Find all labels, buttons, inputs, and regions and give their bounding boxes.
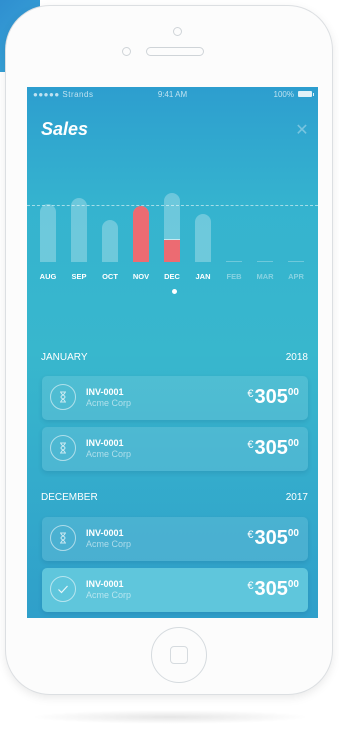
chart-month-label[interactable]: NOV bbox=[126, 272, 156, 281]
invoice-customer: Acme Corp bbox=[86, 398, 132, 408]
amount-cents: 00 bbox=[287, 528, 299, 539]
section-year: 2017 bbox=[285, 492, 308, 503]
invoice-card[interactable]: INV-0001 Acme Corp €30500 bbox=[42, 376, 308, 420]
battery-label: 100% bbox=[273, 90, 294, 99]
app-screen: ●●●●● Strands 9:41 AM 100% Sales ✕ AUG SE… bbox=[27, 87, 318, 618]
amount-cents: 00 bbox=[287, 579, 299, 590]
invoice-customer: Acme Corp bbox=[86, 590, 132, 600]
home-button[interactable] bbox=[151, 627, 207, 683]
chart-bar-divider bbox=[164, 238, 180, 240]
sensor-icon bbox=[122, 47, 131, 56]
chart-month-label[interactable]: OCT bbox=[95, 272, 125, 281]
invoice-amount: €30500 bbox=[247, 386, 299, 409]
section-year: 2018 bbox=[285, 352, 308, 363]
hourglass-icon bbox=[50, 435, 76, 461]
amount-whole: 305 bbox=[254, 437, 288, 459]
battery-icon bbox=[298, 91, 314, 97]
invoice-id: INV-0001 bbox=[86, 387, 124, 397]
chart-bar-aug[interactable] bbox=[40, 203, 56, 262]
invoice-card-selected[interactable]: INV-0001 Acme Corp €30500 bbox=[42, 568, 308, 612]
chart-month-label[interactable]: FEB bbox=[219, 272, 249, 281]
home-square-icon bbox=[170, 646, 188, 664]
invoice-id: INV-0001 bbox=[86, 528, 124, 538]
chart-bar-jan[interactable] bbox=[195, 214, 211, 262]
invoice-id: INV-0001 bbox=[86, 579, 124, 589]
chart-bar-mar bbox=[257, 261, 273, 262]
checkmark-icon bbox=[50, 576, 76, 602]
invoice-amount: €30500 bbox=[247, 578, 299, 601]
hourglass-icon bbox=[50, 384, 76, 410]
section-month: JANUARY bbox=[41, 352, 88, 363]
chart-bar-sep[interactable] bbox=[71, 198, 87, 262]
invoice-amount: €30500 bbox=[247, 437, 299, 460]
chart-month-label[interactable]: SEP bbox=[64, 272, 94, 281]
amount-cents: 00 bbox=[287, 387, 299, 398]
invoice-customer: Acme Corp bbox=[86, 539, 132, 549]
chart-month-label[interactable]: APR bbox=[281, 272, 311, 281]
currency-symbol: € bbox=[247, 580, 254, 592]
speaker-icon bbox=[146, 47, 204, 56]
section-month: DECEMBER bbox=[41, 492, 98, 503]
invoice-customer: Acme Corp bbox=[86, 449, 132, 459]
invoice-amount: €30500 bbox=[247, 527, 299, 550]
section-header-december: DECEMBER 2017 bbox=[41, 492, 308, 503]
currency-symbol: € bbox=[247, 388, 254, 400]
page-title: Sales bbox=[41, 119, 89, 139]
chart-bar-nov[interactable] bbox=[133, 206, 149, 262]
section-header-january: JANUARY 2018 bbox=[41, 352, 308, 363]
chart-month-label[interactable]: MAR bbox=[250, 272, 280, 281]
chart-bar-highlight bbox=[164, 239, 180, 262]
page-indicator-dot[interactable] bbox=[172, 289, 177, 294]
chart-bar-feb bbox=[226, 261, 242, 262]
amount-cents: 00 bbox=[287, 438, 299, 449]
close-icon[interactable]: ✕ bbox=[294, 123, 310, 139]
chart-bar-highlight bbox=[133, 206, 149, 262]
currency-symbol: € bbox=[247, 439, 254, 451]
chart-bar-apr bbox=[288, 261, 304, 262]
phone-shadow bbox=[30, 710, 310, 724]
chart-bar-oct[interactable] bbox=[102, 220, 118, 262]
chart-month-label[interactable]: AUG bbox=[33, 272, 63, 281]
chart-month-label[interactable]: JAN bbox=[188, 272, 218, 281]
invoice-card[interactable]: INV-0001 Acme Corp €30500 bbox=[42, 427, 308, 471]
status-bar: ●●●●● Strands 9:41 AM 100% bbox=[27, 87, 318, 103]
amount-whole: 305 bbox=[254, 527, 288, 549]
currency-symbol: € bbox=[247, 529, 254, 541]
camera-icon bbox=[173, 27, 182, 36]
amount-whole: 305 bbox=[254, 578, 288, 600]
amount-whole: 305 bbox=[254, 386, 288, 408]
chart-month-label[interactable]: DEC bbox=[157, 272, 187, 281]
invoice-card[interactable]: INV-0001 Acme Corp €30500 bbox=[42, 517, 308, 561]
chart-bar-dec[interactable] bbox=[164, 193, 180, 262]
hourglass-icon bbox=[50, 525, 76, 551]
invoice-id: INV-0001 bbox=[86, 438, 124, 448]
